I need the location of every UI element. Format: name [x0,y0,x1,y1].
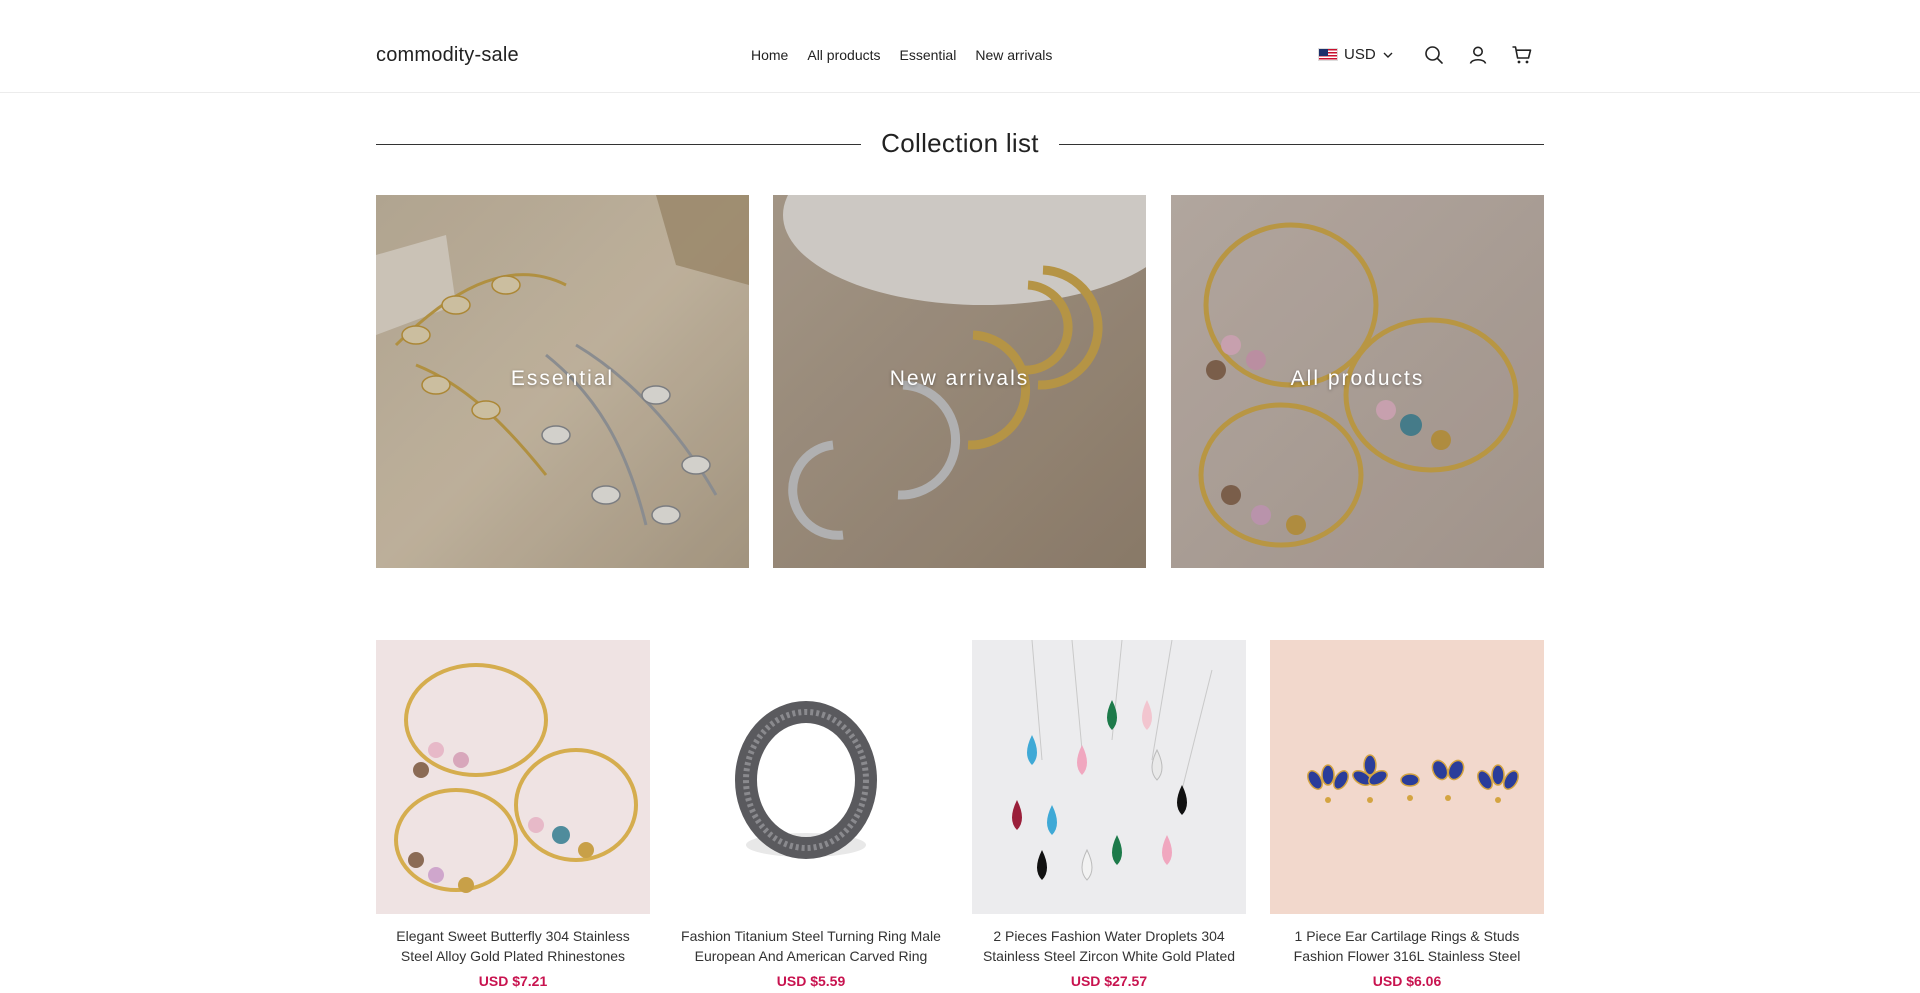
product-image[interactable] [376,640,650,914]
nav-all-products[interactable]: All products [807,47,880,63]
product-price: USD $7.21 [478,973,548,989]
product-card[interactable]: 2 Pieces Fashion Water Droplets 304 Stai… [972,640,1246,989]
product-image[interactable] [1270,640,1544,914]
product-image[interactable] [972,640,1246,914]
site-header: commodity-sale Home All products Essenti… [0,0,1920,93]
product-title[interactable]: 1 Piece Ear Cartilage Rings & Studs Fash… [1270,926,1544,966]
chevron-down-icon [1383,52,1393,58]
collection-label-essential: Essential [510,367,615,390]
product-card[interactable]: Elegant Sweet Butterfly 304 Stainless St… [376,640,650,989]
collection-list-heading: Collection list [376,126,1544,162]
store-logo[interactable]: commodity-sale [376,44,519,67]
collection-tile-new-arrivals[interactable]: New arrivals [773,195,1146,568]
collection-list-title: Collection list [861,128,1059,158]
nav-essential[interactable]: Essential [900,47,957,63]
collection-label-all-products: All products [1290,367,1425,390]
collection-tile-essential[interactable]: Essential [376,195,749,568]
cart-icon[interactable] [1510,43,1534,67]
collection-tile-all-products[interactable]: All products [1171,195,1544,568]
product-price: USD $6.06 [1372,973,1442,989]
product-price: USD $27.57 [1070,973,1148,989]
account-icon[interactable] [1466,43,1490,67]
currency-label: USD [1344,46,1376,63]
main-nav: Home All products Essential New arrivals [751,47,1071,63]
product-title[interactable]: 2 Pieces Fashion Water Droplets 304 Stai… [972,926,1246,966]
product-title[interactable]: Elegant Sweet Butterfly 304 Stainless St… [376,926,650,966]
nav-new-arrivals[interactable]: New arrivals [975,47,1052,63]
nav-home[interactable]: Home [751,47,788,63]
collection-label-new-arrivals: New arrivals [889,367,1030,390]
product-title[interactable]: Fashion Titanium Steel Turning Ring Male… [674,926,948,966]
product-price: USD $5.59 [776,973,846,989]
product-image[interactable] [674,640,948,914]
us-flag-icon [1318,48,1338,61]
product-card[interactable]: 1 Piece Ear Cartilage Rings & Studs Fash… [1270,640,1544,989]
product-card[interactable]: Fashion Titanium Steel Turning Ring Male… [674,640,948,989]
search-icon[interactable] [1422,43,1446,67]
currency-selector[interactable]: USD [1318,46,1394,63]
